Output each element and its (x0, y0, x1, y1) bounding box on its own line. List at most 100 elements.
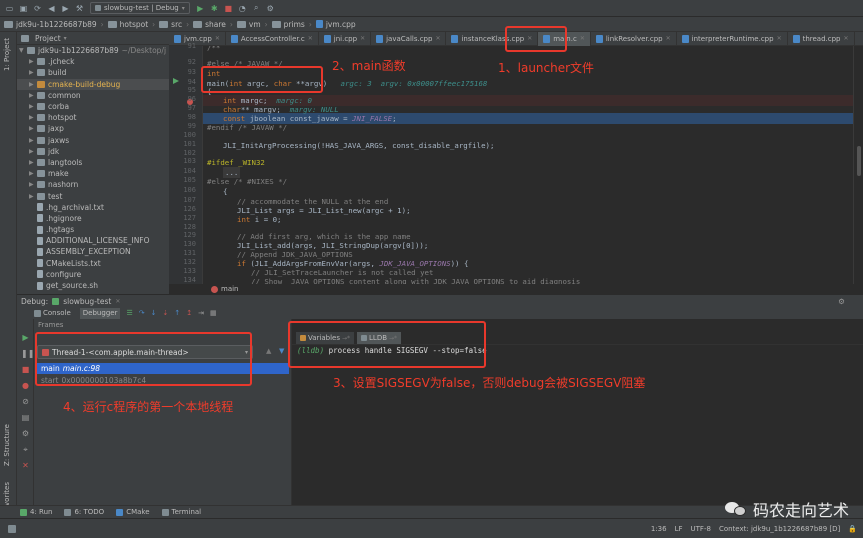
tree-item[interactable]: ▶ test (17, 190, 169, 201)
expand-arrow-icon[interactable]: ▶ (29, 69, 37, 76)
tab-debugger[interactable]: Debugger (79, 307, 121, 319)
tree-item[interactable]: ▶ corba (17, 101, 169, 112)
tree-item[interactable]: ▶ jdk (17, 146, 169, 157)
forward-arrow-icon[interactable]: ▶ (60, 3, 71, 14)
close-icon[interactable]: ✕ (777, 35, 782, 42)
settings-icon[interactable]: ⚙ (838, 297, 845, 306)
sync-icon[interactable]: ⟳ (32, 3, 43, 14)
bottom-tool-todo[interactable]: 6: TODO (64, 508, 104, 516)
editor-tab[interactable]: interpreterRuntime.cpp ✕ (677, 31, 788, 46)
step-into-icon[interactable]: ↓ (151, 309, 157, 317)
editor-tab[interactable]: linkResolver.cpp ✕ (591, 31, 677, 46)
debug-bug-icon[interactable]: ✱ (209, 3, 220, 14)
breadcrumb-item[interactable]: src (159, 20, 182, 29)
expand-arrow-icon[interactable]: ▶ (29, 125, 37, 132)
back-arrow-icon[interactable]: ◀ (46, 3, 57, 14)
breadcrumb-item[interactable]: jdk9u-1b1226687b89 (4, 20, 97, 29)
run-gutter-icon[interactable] (173, 78, 179, 84)
tree-item[interactable]: CMakeLists.txt (17, 258, 169, 269)
project-tool-tab[interactable]: 1: Project (3, 38, 11, 71)
expand-arrow-icon[interactable]: ▶ (29, 170, 37, 177)
show-execution-point-icon[interactable]: ☰ (126, 309, 132, 317)
tree-item[interactable]: ▶ jaxp (17, 123, 169, 134)
tree-item[interactable]: ▶ hotspot (17, 112, 169, 123)
expand-arrow-icon[interactable]: ▶ (29, 159, 37, 166)
frame-down-icon[interactable]: ▼ (279, 347, 284, 355)
close-icon[interactable]: ✕ (435, 35, 440, 42)
scroll-thumb[interactable] (857, 146, 861, 176)
event-icon[interactable] (8, 524, 16, 533)
code-breadcrumb-function[interactable]: main (221, 285, 239, 293)
editor-tab[interactable]: AccessController.c ✕ (226, 31, 319, 46)
stop-icon[interactable]: ■ (223, 3, 234, 14)
expand-arrow-icon[interactable]: ▶ (29, 148, 37, 155)
project-title[interactable]: Project (35, 34, 61, 43)
breadcrumb-item[interactable]: vm (236, 20, 261, 29)
breadcrumb-item[interactable]: hotspot (107, 20, 148, 29)
breadcrumb-item[interactable]: jvm.cpp (315, 20, 356, 29)
bottom-tool-run[interactable]: 4: Run (20, 508, 52, 516)
expand-arrow-icon[interactable]: ▶ (29, 137, 37, 144)
tree-item[interactable]: ASSEMBLY_EXCEPTION (17, 246, 169, 257)
profile-icon[interactable]: ◔ (237, 3, 248, 14)
tab-console[interactable]: Console (31, 308, 74, 319)
expand-arrow-icon[interactable]: ▶ (29, 181, 37, 188)
settings-icon[interactable]: ⚙ (21, 429, 30, 438)
expand-arrow-icon[interactable]: ▶ (29, 81, 37, 88)
pin-icon[interactable]: ⌖ (21, 445, 30, 454)
save-icon[interactable]: ▣ (18, 3, 29, 14)
editor-tab[interactable]: jni.cpp ✕ (319, 31, 372, 46)
expand-arrow-icon[interactable]: ▶ (29, 92, 37, 99)
resume-icon[interactable]: ▶ (21, 333, 30, 342)
expand-arrow-icon[interactable]: ▶ (29, 114, 37, 121)
tree-item[interactable]: ▶ cmake-build-debug (17, 78, 169, 90)
tree-item[interactable]: ▶ nashorn (17, 179, 169, 190)
tree-item[interactable]: ▶ build (17, 67, 169, 78)
line-separator[interactable]: LF (675, 525, 683, 533)
tree-item[interactable]: .hgignore (17, 213, 169, 224)
stop-icon[interactable]: ■ (21, 365, 30, 374)
cursor-position[interactable]: 1:36 (651, 525, 667, 533)
tree-item[interactable]: ▶ .jcheck (17, 56, 169, 67)
pause-icon[interactable]: ❚❚ (21, 349, 34, 358)
tree-item[interactable]: get_source.sh (17, 280, 169, 291)
bottom-tool-terminal[interactable]: Terminal (161, 508, 201, 516)
close-icon[interactable]: ✕ (360, 35, 365, 42)
tree-root[interactable]: ▼ jdk9u-1b1226687b89 ~/Desktop/j (17, 45, 169, 56)
tree-item[interactable]: ▶ langtools (17, 157, 169, 168)
expand-arrow-icon[interactable]: ▶ (29, 103, 37, 110)
tree-item[interactable]: ADDITIONAL_LICENSE_INFO (17, 235, 169, 246)
close-icon[interactable]: ✕ (844, 35, 849, 42)
force-step-into-icon[interactable]: ⇣ (162, 309, 168, 317)
editor-tab[interactable]: jvm.cpp ✕ (169, 31, 226, 46)
build-hammer-icon[interactable]: ⚒ (74, 3, 85, 14)
close-icon[interactable]: ✕ (215, 35, 220, 42)
run-to-cursor-icon[interactable]: ⇥ (198, 309, 204, 317)
breadcrumb-item[interactable]: prims (271, 20, 305, 29)
editor-scrollbar[interactable] (853, 46, 863, 284)
evaluate-icon[interactable]: ▦ (210, 309, 217, 317)
expand-arrow-icon[interactable]: ▶ (29, 58, 37, 65)
settings-icon[interactable]: ⚙ (265, 3, 276, 14)
tree-item[interactable]: ▶ jaxws (17, 135, 169, 146)
breadcrumb-item[interactable]: share (193, 20, 226, 29)
collapse-arrow-icon[interactable]: ▼ (19, 47, 27, 54)
tree-item[interactable]: ▶ make (17, 168, 169, 179)
step-over-icon[interactable]: ↷ (139, 309, 145, 317)
run-configuration-select[interactable]: slowbug-test | Debug ▾ (90, 2, 190, 14)
chevron-down-icon[interactable]: ▾ (64, 35, 67, 42)
run-icon[interactable]: ▶ (195, 3, 206, 14)
frame-up-icon[interactable]: ▲ (266, 347, 271, 355)
tree-item[interactable]: .hgtags (17, 224, 169, 235)
step-out-icon[interactable]: ↑ (174, 309, 180, 317)
editor-tab[interactable]: javaCalls.cpp ✕ (371, 31, 447, 46)
editor-tab[interactable]: thread.cpp ✕ (788, 31, 855, 46)
tree-item[interactable]: configure (17, 269, 169, 280)
close-icon[interactable]: ✕ (21, 461, 30, 470)
drop-frame-icon[interactable]: ↥ (186, 309, 192, 317)
tree-item[interactable]: ▶ common (17, 90, 169, 101)
close-icon[interactable]: ✕ (580, 35, 585, 42)
file-encoding[interactable]: UTF-8 (691, 525, 711, 533)
close-icon[interactable]: ✕ (115, 298, 120, 305)
search-icon[interactable]: ⌕ (251, 3, 262, 14)
